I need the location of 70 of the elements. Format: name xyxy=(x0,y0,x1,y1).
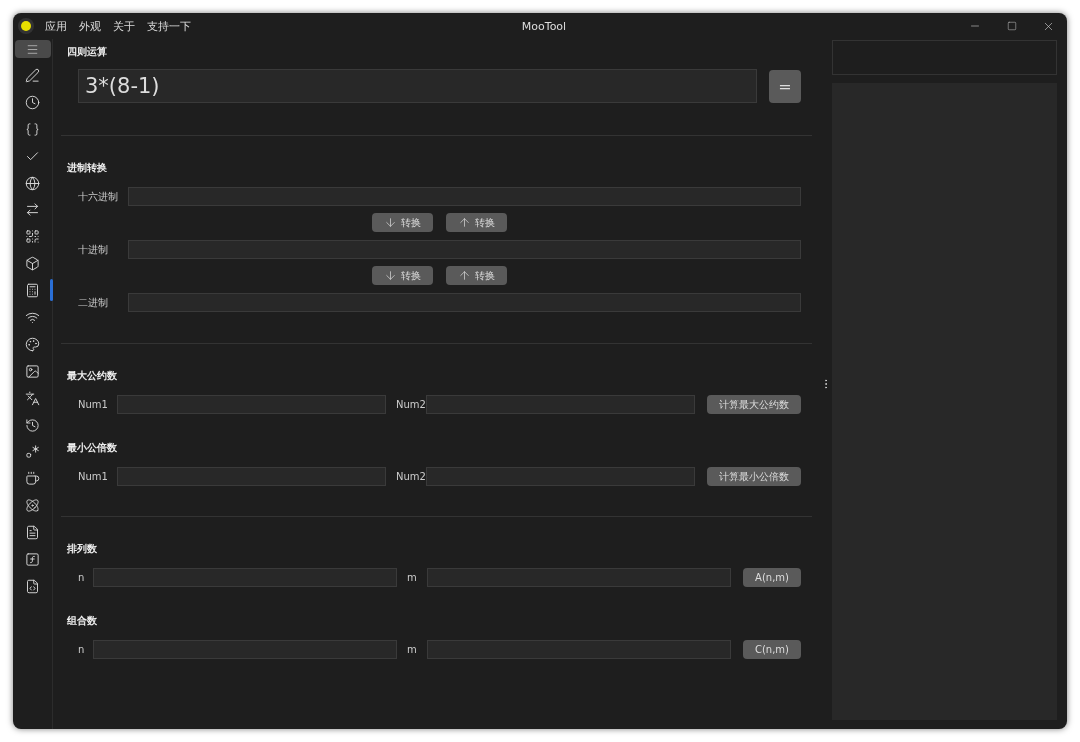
code-file-icon xyxy=(25,578,40,594)
field-label: 二进制 xyxy=(78,295,109,310)
section-title: 最小公倍数 xyxy=(67,441,118,455)
cube-icon xyxy=(25,256,40,272)
calculator-icon xyxy=(25,283,40,299)
section-title: 四则运算 xyxy=(67,45,108,59)
image-icon xyxy=(25,363,40,379)
calculate-button[interactable]: 计算最小公倍数 xyxy=(707,467,801,486)
up-arrow-icon xyxy=(458,216,471,229)
window-title: MooTool xyxy=(521,19,567,33)
input-field[interactable] xyxy=(93,568,398,587)
regex-icon xyxy=(25,444,40,460)
field-label: 十六进制 xyxy=(78,189,119,204)
expression-field[interactable]: 3*(8-1) xyxy=(78,69,757,103)
input-field[interactable] xyxy=(426,467,695,486)
menu-item[interactable]: 支持一下 xyxy=(147,18,191,34)
field-label: Num1 xyxy=(78,399,109,410)
input-field[interactable] xyxy=(128,240,801,259)
atom-icon xyxy=(25,498,40,514)
calculate-button[interactable]: 计算最大公约数 xyxy=(707,395,801,414)
calculate-button[interactable]: A(n,m) xyxy=(743,568,801,587)
history-icon xyxy=(25,417,40,433)
field-label: m xyxy=(406,644,418,655)
field-label: 十进制 xyxy=(78,242,109,257)
input-field[interactable] xyxy=(426,395,695,414)
braces-icon xyxy=(25,121,40,137)
input-field[interactable] xyxy=(128,293,801,312)
function-icon xyxy=(25,551,40,567)
menu-button[interactable] xyxy=(14,40,51,58)
qr-code-icon xyxy=(25,229,40,245)
convert-button[interactable]: 转换 xyxy=(372,213,433,232)
maximize-icon xyxy=(1006,21,1017,31)
down-arrow-icon xyxy=(384,269,397,282)
convert-button[interactable]: 转换 xyxy=(372,266,433,285)
cup-icon xyxy=(25,471,40,487)
input-field[interactable] xyxy=(117,467,386,486)
field-label: n xyxy=(78,644,86,655)
input-field[interactable] xyxy=(117,395,386,414)
calculate-button[interactable]: C(n,m) xyxy=(742,640,801,659)
field-label: Num1 xyxy=(78,471,109,482)
field-label: Num2 xyxy=(395,471,426,482)
section-title: 进制转换 xyxy=(67,161,108,175)
field-label: n xyxy=(78,572,86,583)
palette-icon xyxy=(25,336,40,352)
menu-item[interactable]: 应用 xyxy=(45,18,67,34)
field-label: m xyxy=(406,572,418,583)
convert-button[interactable]: 转换 xyxy=(446,213,507,232)
section-title: 排列数 xyxy=(67,542,98,556)
field-label: Num2 xyxy=(395,399,426,410)
clock-icon xyxy=(25,94,40,110)
translate-icon xyxy=(25,390,40,406)
document-icon xyxy=(25,525,40,541)
equals-button[interactable]: = xyxy=(769,69,801,103)
input-field[interactable] xyxy=(93,640,397,659)
convert-button[interactable]: 转换 xyxy=(446,266,507,285)
globe-icon xyxy=(25,175,40,191)
section-title: 最大公约数 xyxy=(67,369,118,383)
arrows-icon xyxy=(25,202,40,218)
menu-item[interactable]: 外观 xyxy=(79,18,101,34)
up-arrow-icon xyxy=(458,269,471,282)
menu-icon xyxy=(26,42,39,56)
input-field[interactable] xyxy=(128,187,801,206)
menu-item[interactable]: 关于 xyxy=(113,18,135,34)
input-field[interactable] xyxy=(427,568,732,587)
input-field[interactable] xyxy=(427,640,731,659)
pen-icon xyxy=(25,67,40,83)
section-title: 组合数 xyxy=(67,614,98,628)
app-logo-icon xyxy=(21,21,31,31)
down-arrow-icon xyxy=(384,216,397,229)
wifi-icon xyxy=(25,309,40,325)
